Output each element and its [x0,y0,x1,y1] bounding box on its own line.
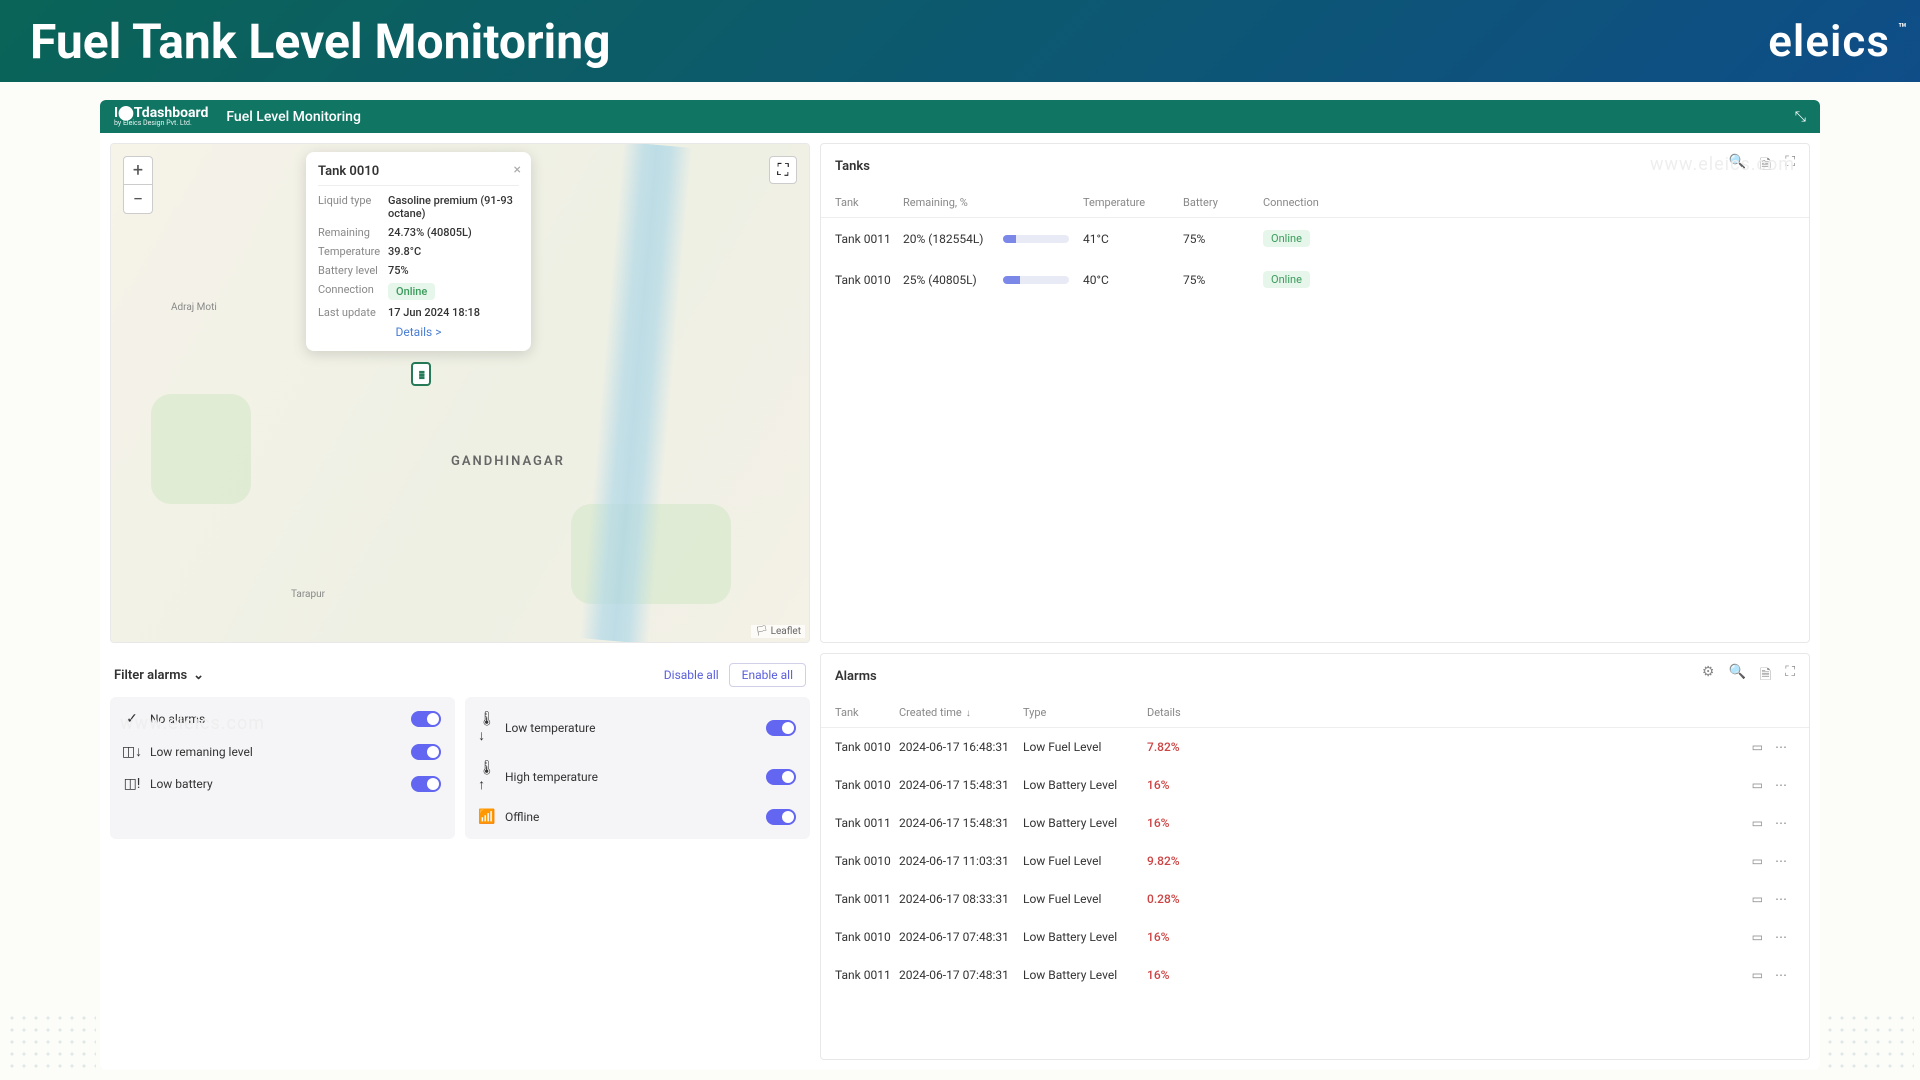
comment-icon[interactable]: ▭ [1752,968,1763,982]
filter-item: ◫! Low battery [124,768,441,800]
filter-icon: 🌡↑ [479,760,495,793]
alarms-title: Alarms [835,669,877,684]
col-details[interactable]: Details [1147,706,1247,719]
filter-label: High temperature [505,770,598,784]
toggle[interactable] [411,744,441,760]
export-icon[interactable]: 🗎 [1760,664,1771,688]
chevron-down-icon: ⌄ [193,668,204,683]
fullscreen-icon[interactable]: ⛶ [1785,664,1795,688]
map-attribution[interactable]: 🏳 Leaflet [751,625,805,638]
disable-all-button[interactable]: Disable all [664,668,719,682]
fullscreen-icon[interactable]: ⛶ [769,156,797,184]
tanks-title: Tanks [835,159,870,174]
toggle[interactable] [411,711,441,727]
zoom-out-button[interactable]: − [124,185,152,213]
enable-all-button[interactable]: Enable all [729,663,806,687]
col-connection[interactable]: Connection [1263,196,1363,209]
details-link[interactable]: Details > [396,325,442,339]
zoom-in-button[interactable]: + [124,157,152,185]
filter-label: No alarms [150,712,205,726]
more-icon[interactable]: ⋯ [1775,740,1787,754]
filter-icon: ◫! [124,776,140,792]
filter-panel: www.eleics.com Filter alarms⌄ Disable al… [110,653,810,1060]
more-icon[interactable]: ⋯ [1775,968,1787,982]
col-type[interactable]: Type [1023,706,1143,719]
comment-icon[interactable]: ▭ [1752,740,1763,754]
table-row[interactable]: Tank 00102024-06-17 11:03:31Low Fuel Lev… [821,842,1809,880]
table-row[interactable]: Tank 001025% (40805L)40°C75%Online [821,259,1809,300]
comment-icon[interactable]: ▭ [1752,854,1763,868]
col-created[interactable]: Created time↓ [899,706,1019,719]
map-place-label: Tarapur [291,589,325,600]
col-tank[interactable]: Tank [835,196,903,209]
table-row[interactable]: Tank 00112024-06-17 07:48:31Low Battery … [821,956,1809,994]
col-remaining[interactable]: Remaining, % [903,196,1003,209]
search-icon[interactable]: 🔍 [1728,664,1745,688]
table-row[interactable]: Tank 001120% (182554L)41°C75%Online [821,218,1809,259]
table-row[interactable]: Tank 00102024-06-17 15:48:31Low Battery … [821,766,1809,804]
filter-icon: 🌡↓ [479,711,495,744]
toggle[interactable] [411,776,441,792]
dashboard-logo: I⬤Tdashboard by Eleics Design Pvt. Ltd. [114,106,208,127]
toggle[interactable] [766,720,796,736]
toggle[interactable] [766,769,796,785]
sort-desc-icon: ↓ [966,708,971,719]
fullscreen-icon[interactable]: ⛶ [1785,154,1795,178]
tank-marker[interactable] [411,362,431,386]
filter-item: 📶 Offline [479,801,796,833]
tanks-panel: www.eleics.com Tanks 🔍 🗎 ⛶ Tank Remainin… [820,143,1810,643]
map-place-label: Adraj Moti [171,302,217,313]
decoration [1824,1012,1914,1072]
map-city-label: GANDHINAGAR [451,454,565,469]
close-icon[interactable]: × [514,162,521,178]
more-icon[interactable]: ⋯ [1775,854,1787,868]
filter-label: Offline [505,810,539,824]
col-tank[interactable]: Tank [835,706,895,719]
table-row[interactable]: Tank 00102024-06-17 07:48:31Low Battery … [821,918,1809,956]
brand-logo: eleics™ [1768,15,1890,67]
toggle[interactable] [766,809,796,825]
status-badge: Online [1263,230,1310,247]
filter-icon: ✓ [124,711,140,727]
col-battery[interactable]: Battery [1183,196,1263,209]
gear-icon[interactable]: ⚙ [1702,664,1715,688]
status-badge: Online [1263,271,1310,288]
export-icon[interactable]: 🗎 [1760,154,1771,178]
page-title: Fuel Tank Level Monitoring [30,13,611,70]
popup-title: Tank 0010 [318,164,519,179]
table-row[interactable]: Tank 00112024-06-17 15:48:31Low Battery … [821,804,1809,842]
search-icon[interactable]: 🔍 [1728,154,1745,178]
more-icon[interactable]: ⋯ [1775,930,1787,944]
filter-item: ✓ No alarms [124,703,441,735]
filter-label: Low battery [150,777,213,791]
col-temperature[interactable]: Temperature [1083,196,1183,209]
filter-icon: 📶 [479,809,495,825]
comment-icon[interactable]: ▭ [1752,930,1763,944]
progress-bar [1003,235,1069,243]
comment-icon[interactable]: ▭ [1752,892,1763,906]
filter-title[interactable]: Filter alarms⌄ [114,668,204,683]
more-icon[interactable]: ⋯ [1775,816,1787,830]
comment-icon[interactable]: ▭ [1752,816,1763,830]
map-panel[interactable]: GANDHINAGAR Adraj Moti Tarapur + − ⛶ 🏳 L… [110,143,810,643]
tank-popup: Tank 0010 × Liquid typeGasoline premium … [306,152,531,351]
alarms-panel: Alarms ⚙ 🔍 🗎 ⛶ Tank Created time↓ Type D… [820,653,1810,1060]
filter-item: 🌡↓ Low temperature [479,703,796,752]
filter-label: Low remaning level [150,745,253,759]
filter-item: ◫↓ Low remaning level [124,735,441,768]
collapse-icon[interactable]: ⤡ [1795,109,1806,125]
comment-icon[interactable]: ▭ [1752,778,1763,792]
more-icon[interactable]: ⋯ [1775,892,1787,906]
decoration [6,1012,96,1072]
more-icon[interactable]: ⋯ [1775,778,1787,792]
progress-bar [1003,276,1069,284]
table-row[interactable]: Tank 00102024-06-17 16:48:31Low Fuel Lev… [821,728,1809,766]
status-badge: Online [388,283,435,300]
filter-icon: ◫↓ [124,743,140,760]
filter-label: Low temperature [505,721,595,735]
filter-item: 🌡↑ High temperature [479,752,796,801]
dashboard-title: Fuel Level Monitoring [226,109,361,125]
table-row[interactable]: Tank 00112024-06-17 08:33:31Low Fuel Lev… [821,880,1809,918]
